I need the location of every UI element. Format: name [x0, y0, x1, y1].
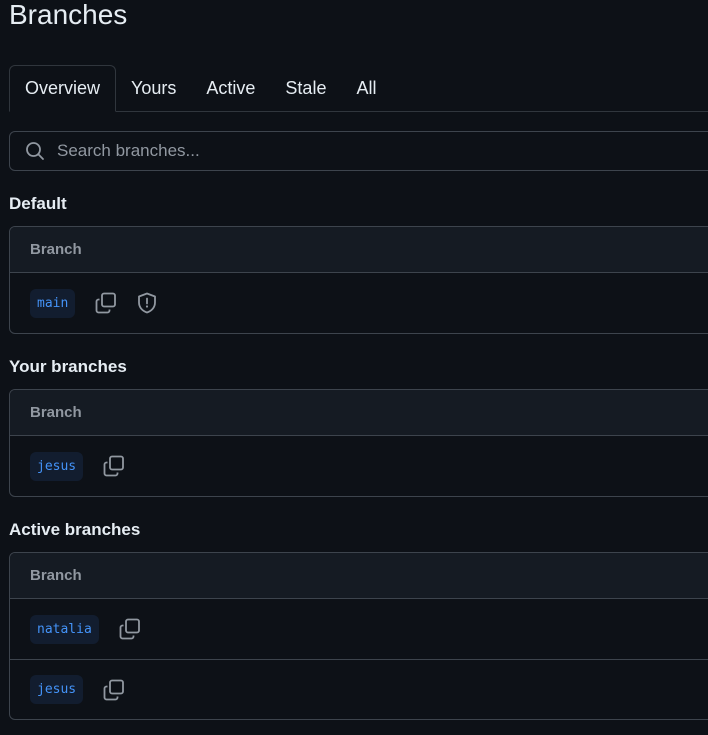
branch-name-link[interactable]: main — [30, 288, 76, 318]
branch-tabs: Overview Yours Active Stale All — [9, 65, 708, 112]
search-input[interactable] — [55, 140, 659, 162]
copy-icon[interactable] — [119, 618, 141, 640]
column-header-branch: Branch — [10, 227, 708, 273]
your-branches-table: Branch jesus — [9, 389, 708, 497]
tab-active[interactable]: Active — [191, 66, 270, 111]
active-branches-table: Branch natalia jesus — [9, 552, 708, 720]
section-title-default: Default — [9, 194, 67, 213]
tab-overview[interactable]: Overview — [9, 65, 117, 112]
table-row: jesus — [10, 436, 708, 496]
table-row: main — [10, 273, 708, 333]
shield-icon[interactable] — [137, 292, 157, 314]
section-title-active: Active branches — [9, 520, 141, 539]
search-box[interactable] — [9, 131, 708, 171]
section-title-yours: Your branches — [9, 357, 127, 376]
default-branches-table: Branch main — [9, 226, 708, 334]
tab-yours[interactable]: Yours — [116, 66, 191, 111]
tab-stale[interactable]: Stale — [270, 66, 341, 111]
column-header-branch: Branch — [10, 553, 708, 599]
table-row: jesus — [10, 659, 708, 719]
tab-all[interactable]: All — [341, 66, 391, 111]
branch-name-link[interactable]: jesus — [30, 451, 84, 481]
copy-icon[interactable] — [95, 292, 117, 314]
copy-icon[interactable] — [103, 455, 125, 477]
column-header-branch: Branch — [10, 390, 708, 436]
table-row: natalia — [10, 599, 708, 659]
branch-name-link[interactable]: natalia — [30, 614, 99, 644]
page-title: Branches — [9, 0, 128, 30]
search-icon — [26, 142, 44, 160]
copy-icon[interactable] — [103, 679, 125, 701]
branch-name-link[interactable]: jesus — [30, 675, 84, 704]
